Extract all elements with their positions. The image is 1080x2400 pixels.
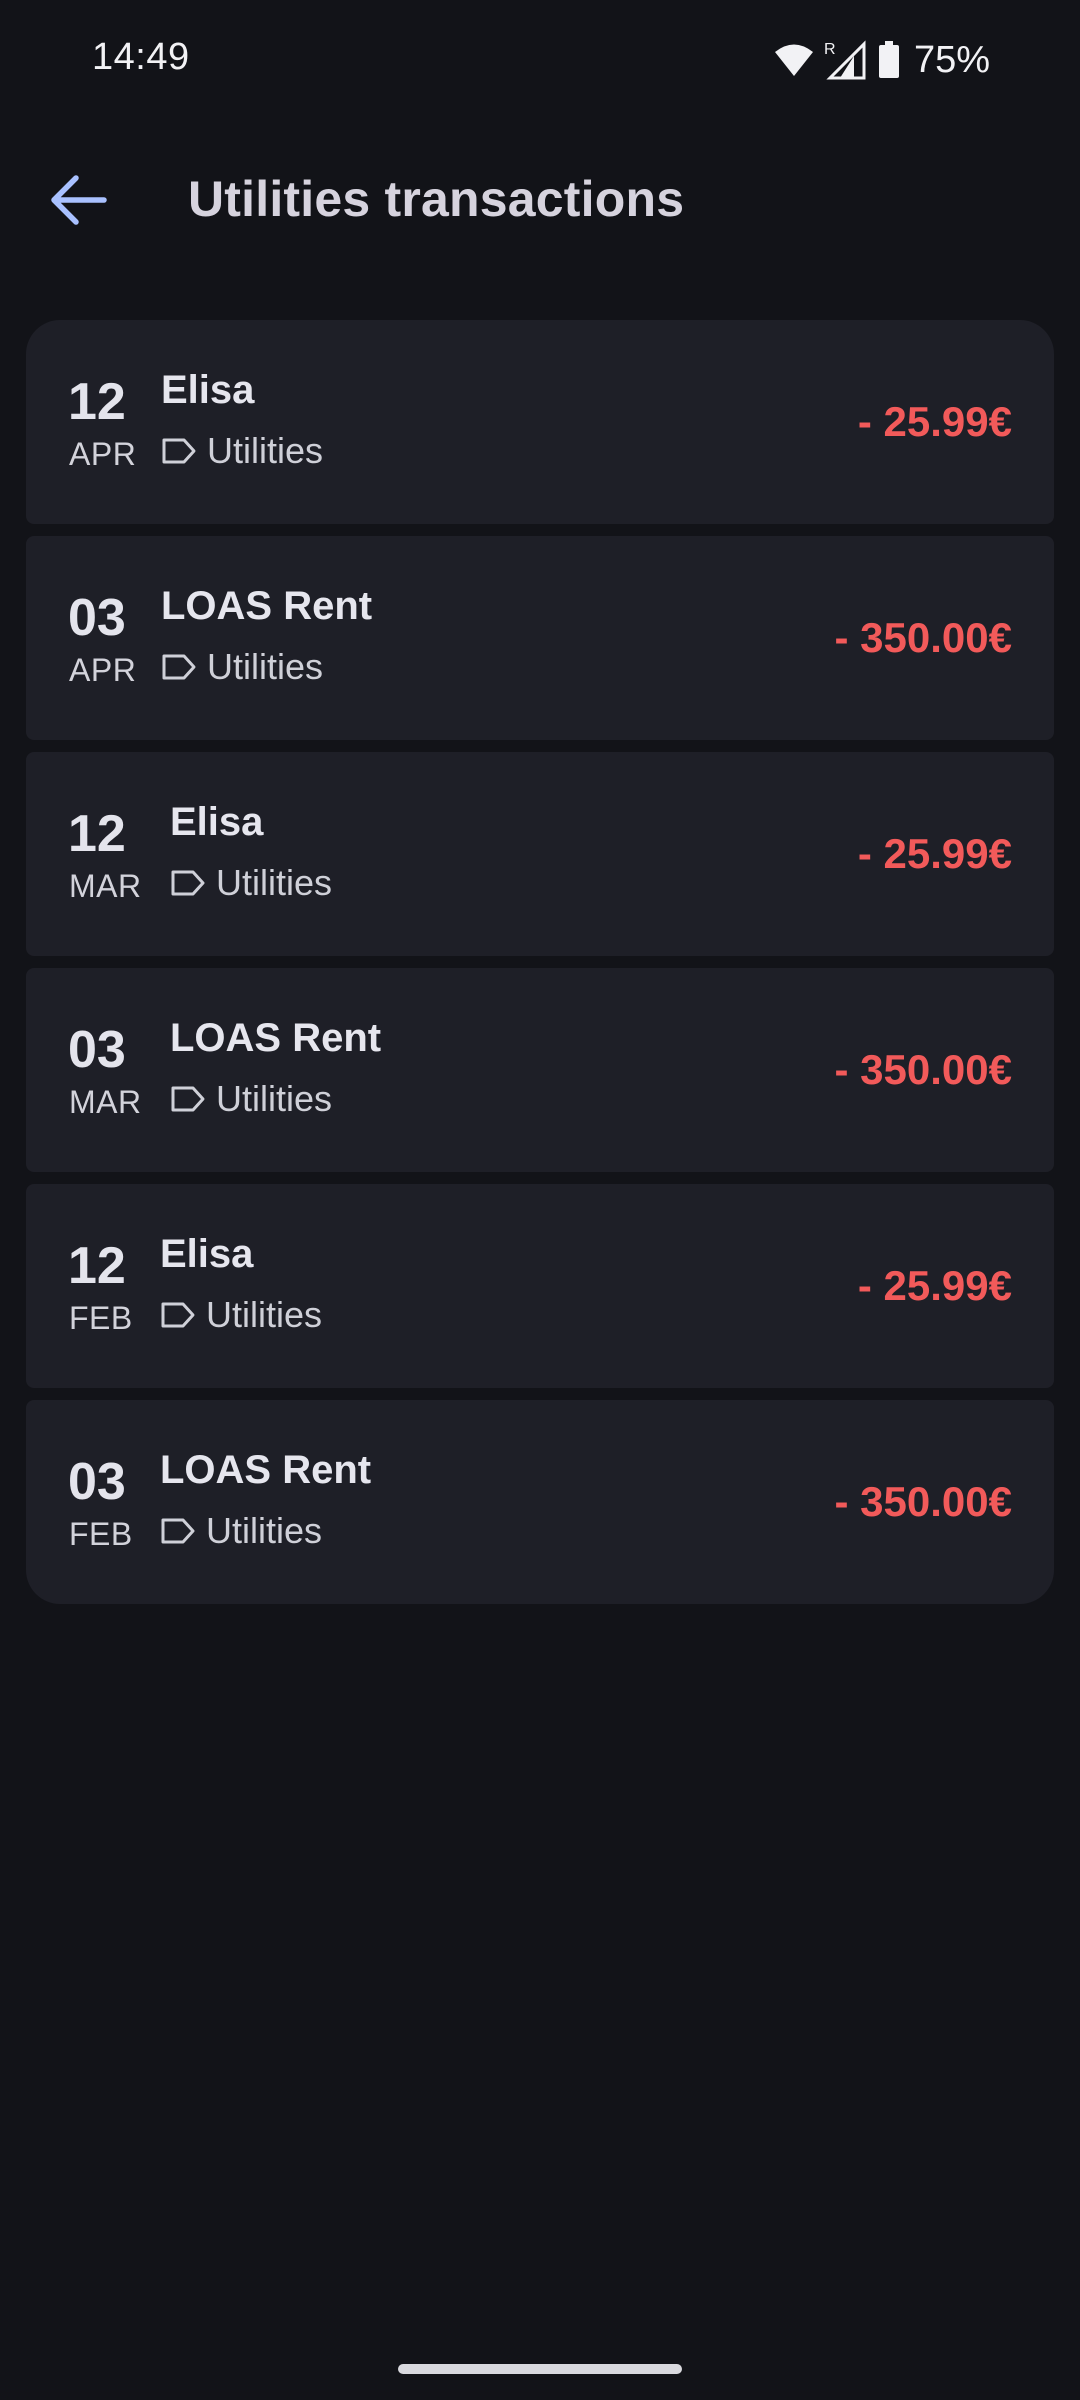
screen: 14:49 R 75% Utilities transactions 12 AP… (0, 0, 1080, 2400)
transaction-category: Utilities (160, 1510, 322, 1552)
transaction-item[interactable]: 03 FEB LOAS Rent Utilities - 350.00€ (26, 1400, 1054, 1604)
label-tag-icon (161, 1302, 195, 1328)
transaction-category-label: Utilities (207, 646, 324, 687)
battery-icon (878, 41, 900, 79)
transaction-month: MAR (69, 868, 142, 904)
transaction-category: Utilities (160, 1294, 322, 1336)
transaction-day: 12 (68, 373, 126, 431)
transaction-name: LOAS Rent (160, 1448, 372, 1492)
transaction-day: 03 (68, 1453, 126, 1511)
transaction-month: APR (69, 652, 137, 688)
svg-text:R: R (824, 41, 836, 58)
status-icons: R 75% (774, 36, 990, 84)
page-title: Utilities transactions (188, 171, 685, 227)
transaction-item[interactable]: 03 APR LOAS Rent Utilities - 350.00€ (26, 536, 1054, 740)
label-tag-icon (162, 438, 196, 464)
transaction-name: LOAS Rent (161, 584, 373, 628)
transaction-amount: - 350.00€ (834, 614, 1012, 661)
transaction-category: Utilities (170, 862, 332, 904)
transaction-month: MAR (69, 1084, 142, 1120)
battery-percentage: 75% (913, 38, 990, 81)
transaction-category-label: Utilities (207, 430, 324, 471)
transaction-name: Elisa (161, 368, 255, 412)
back-button[interactable] (36, 168, 120, 232)
transaction-day: 12 (68, 1237, 126, 1295)
signal-roaming-icon: R (824, 40, 868, 80)
status-bar: 14:49 R 75% (0, 0, 1080, 120)
transaction-name: Elisa (160, 1232, 254, 1276)
transaction-name: LOAS Rent (170, 1016, 382, 1060)
status-time: 14:49 (92, 36, 190, 78)
label-tag-icon (171, 870, 205, 896)
transaction-day: 03 (68, 589, 126, 647)
transaction-item[interactable]: 12 MAR Elisa Utilities - 25.99€ (26, 752, 1054, 956)
transaction-month: FEB (69, 1300, 133, 1336)
transaction-item[interactable]: 03 MAR LOAS Rent Utilities - 350.00€ (26, 968, 1054, 1172)
transaction-category: Utilities (170, 1078, 332, 1120)
transaction-category: Utilities (161, 430, 323, 472)
transaction-item[interactable]: 12 FEB Elisa Utilities - 25.99€ (26, 1184, 1054, 1388)
transaction-amount: - 350.00€ (834, 1046, 1012, 1093)
transaction-category-label: Utilities (206, 1294, 323, 1335)
transaction-amount: - 25.99€ (857, 830, 1012, 877)
transaction-category: Utilities (161, 646, 323, 688)
wifi-icon (774, 43, 814, 77)
arrow-left-icon (51, 175, 107, 225)
transaction-amount: - 25.99€ (857, 398, 1012, 445)
transaction-amount: - 350.00€ (834, 1478, 1012, 1525)
transaction-day: 12 (68, 805, 126, 863)
transaction-month: FEB (69, 1516, 133, 1552)
transaction-category-label: Utilities (216, 862, 333, 903)
home-indicator[interactable] (398, 2364, 682, 2374)
transaction-month: APR (69, 436, 137, 472)
label-tag-icon (161, 1518, 195, 1544)
transaction-name: Elisa (170, 800, 264, 844)
transaction-day: 03 (68, 1021, 126, 1079)
label-tag-icon (162, 654, 196, 680)
transaction-item[interactable]: 12 APR Elisa Utilities - 25.99€ (26, 320, 1054, 524)
app-bar: Utilities transactions (0, 140, 1080, 260)
label-tag-icon (171, 1086, 205, 1112)
transaction-category-label: Utilities (206, 1510, 323, 1551)
transaction-category-label: Utilities (216, 1078, 333, 1119)
transaction-list: 12 APR Elisa Utilities - 25.99€ 03 APR L… (26, 320, 1054, 1604)
transaction-amount: - 25.99€ (857, 1262, 1012, 1309)
